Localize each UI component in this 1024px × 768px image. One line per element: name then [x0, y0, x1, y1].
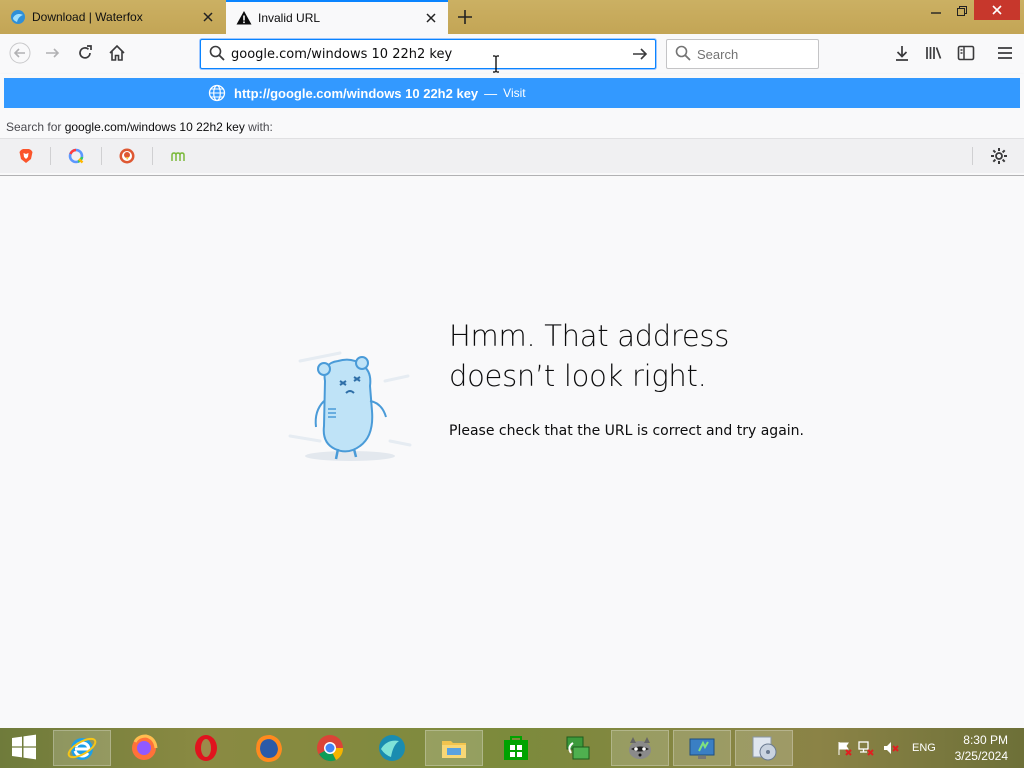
navigation-toolbar: [0, 34, 1024, 74]
tab-download-waterfox[interactable]: Download | Waterfox: [0, 0, 225, 34]
duckduckgo-icon[interactable]: [115, 145, 139, 167]
qwant-icon[interactable]: [64, 145, 88, 167]
reload-button[interactable]: [70, 39, 100, 69]
system-tray: ENG: [834, 728, 936, 768]
firefox-icon[interactable]: [239, 730, 297, 766]
menu-button[interactable]: [990, 39, 1020, 69]
globe-icon: [208, 84, 226, 102]
restore-button[interactable]: [948, 0, 976, 22]
library-icon: [925, 44, 943, 65]
chrome-icon[interactable]: [301, 730, 359, 766]
home-icon: [108, 44, 126, 65]
forward-arrow-icon: [44, 44, 62, 65]
title-bar: Download | Waterfox Invalid URL: [0, 0, 1024, 34]
result-action: Visit: [503, 86, 526, 100]
sidebar-button[interactable]: [951, 39, 981, 69]
error-message: Please check that the URL is correct and…: [449, 423, 804, 439]
warning-icon: [236, 10, 252, 26]
text-cursor-icon: [491, 55, 501, 73]
search-icon: [675, 45, 691, 64]
error-hamster-illustration-icon: [280, 341, 415, 476]
network-tray-icon[interactable]: [854, 740, 878, 756]
error-title-line: doesn’t look right.: [449, 359, 707, 393]
downloads-button[interactable]: [887, 39, 917, 69]
mojeek-icon[interactable]: [166, 145, 190, 167]
search-term: google.com/windows 10 22h2 key: [64, 120, 245, 134]
error-title: Hmm. That address doesn’t look right.: [449, 316, 809, 396]
home-button[interactable]: [102, 39, 132, 69]
network-icon[interactable]: [549, 730, 607, 766]
back-button[interactable]: [5, 39, 35, 69]
tab-title: Invalid URL: [258, 11, 321, 25]
waterfox-icon[interactable]: [363, 730, 421, 766]
result-separator: —: [484, 85, 498, 101]
url-input[interactable]: [231, 46, 625, 62]
visit-url-result[interactable]: http://google.com/windows 10 22h2 key — …: [4, 78, 1020, 108]
separator: [50, 147, 51, 165]
search-suffix: with:: [248, 120, 273, 134]
forward-button[interactable]: [38, 39, 68, 69]
file-explorer-icon[interactable]: [425, 730, 483, 766]
page-content: Hmm. That address doesn’t look right. Pl…: [0, 176, 1024, 728]
separator: [101, 147, 102, 165]
close-window-button[interactable]: [974, 0, 1020, 20]
error-title-line: Hmm. That address: [449, 319, 730, 353]
close-tab-icon[interactable]: [197, 6, 219, 28]
tab-title: Download | Waterfox: [32, 10, 143, 24]
search-icon: [209, 45, 225, 64]
firefox-icon[interactable]: [115, 730, 173, 766]
go-arrow-icon[interactable]: [625, 40, 655, 68]
language-indicator[interactable]: ENG: [912, 742, 936, 754]
separator: [152, 147, 153, 165]
new-tab-button[interactable]: [453, 5, 477, 29]
clock-date: 3/25/2024: [954, 749, 1008, 763]
reload-icon: [76, 44, 94, 65]
action-center-flag-icon[interactable]: [834, 740, 854, 756]
volume-muted-icon[interactable]: [878, 740, 904, 756]
search-input[interactable]: [697, 46, 873, 62]
back-arrow-icon: [9, 42, 31, 67]
result-url: http://google.com/windows 10 22h2 key: [234, 85, 479, 101]
taskbar: ENG 8:30 PM 3/25/2024: [0, 728, 1024, 768]
opera-icon[interactable]: [177, 730, 235, 766]
url-bar[interactable]: [200, 39, 656, 69]
start-button[interactable]: [6, 733, 42, 763]
tab-invalid-url[interactable]: Invalid URL: [226, 0, 448, 34]
brave-icon[interactable]: [14, 145, 38, 167]
hamburger-menu-icon: [997, 45, 1013, 64]
library-button[interactable]: [919, 39, 949, 69]
raccoon-app-icon[interactable]: [611, 730, 669, 766]
desktop-app-icon[interactable]: [673, 730, 731, 766]
search-engine-bar: [0, 138, 1024, 173]
search-settings-gear-icon[interactable]: [988, 145, 1010, 167]
clock[interactable]: 8:30 PM 3/25/2024: [955, 732, 1008, 764]
search-prefix: Search for: [6, 120, 62, 134]
waterfox-favicon-icon: [10, 9, 26, 25]
internet-explorer-icon[interactable]: [53, 730, 111, 766]
clock-time: 8:30 PM: [963, 733, 1008, 747]
sidebar-icon: [957, 44, 975, 65]
close-tab-icon[interactable]: [420, 7, 442, 29]
search-with-label: Search for google.com/windows 10 22h2 ke…: [6, 120, 273, 134]
separator: [972, 147, 973, 165]
download-icon: [893, 44, 911, 65]
media-icon[interactable]: [735, 730, 793, 766]
url-autocomplete-popup: http://google.com/windows 10 22h2 key — …: [0, 74, 1024, 176]
windows-logo-icon: [11, 734, 37, 763]
minimize-button[interactable]: [922, 0, 950, 22]
store-icon[interactable]: [487, 730, 545, 766]
search-bar[interactable]: [666, 39, 873, 69]
